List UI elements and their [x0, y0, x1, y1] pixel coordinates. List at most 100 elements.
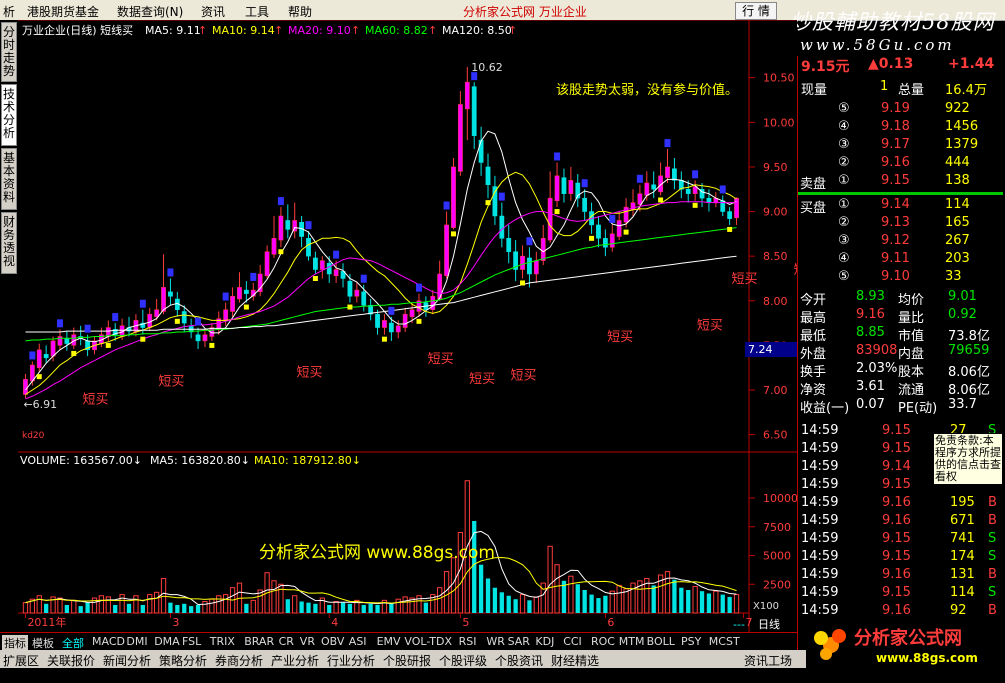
stat-row: 净资 3.61 流通 8.06亿	[798, 378, 1003, 398]
buy-signal-label: 短买	[469, 372, 495, 387]
indicator-tab[interactable]: TRIX	[210, 635, 235, 648]
signal-marker-yellow	[727, 226, 733, 232]
indicator-tab[interactable]: EMV	[377, 635, 401, 648]
tick-row: 14:59 9.16 195 B	[798, 494, 1003, 512]
bid-row: ④ 9.11 203	[798, 250, 1003, 268]
indicator-tab[interactable]: DMI	[126, 635, 147, 648]
extension-tab[interactable]: 个股评级	[439, 652, 487, 669]
indicator-tab[interactable]: MTM	[619, 635, 645, 648]
period-label[interactable]: 日线	[758, 617, 780, 631]
extension-tab[interactable]: 新闻分析	[103, 652, 151, 669]
disclaimer-tooltip[interactable]: 免责条款:本程序方求所提供的信点击查看权	[933, 433, 1003, 485]
tick-time: 14:59	[801, 567, 839, 582]
candle-body	[734, 197, 739, 219]
candle-body	[492, 186, 498, 217]
signal-marker-yellow	[105, 342, 111, 348]
signal-marker-blue	[277, 197, 284, 206]
indicator-tab[interactable]: MCST	[709, 635, 740, 648]
extension-tab[interactable]: 扩展区	[3, 652, 39, 669]
extension-tab[interactable]: 行业分析	[327, 652, 375, 669]
date-tick-label: 3	[172, 616, 179, 629]
ask-volume: 1456	[945, 119, 979, 134]
kline-chart[interactable]: 10.5010.009.509.008.508.007.507.006.50 短…	[18, 20, 797, 632]
extension-tab[interactable]: 个股资讯	[495, 652, 543, 669]
tab-technical[interactable]: 技术分析	[1, 84, 17, 146]
extension-tab[interactable]: 策略分析	[159, 652, 207, 669]
bid-price: 9.11	[881, 251, 910, 266]
menu-item-analysis[interactable]: 析	[3, 3, 15, 20]
indicator-tab[interactable]: DMA	[154, 635, 180, 648]
tab-profile[interactable]: 基本资料	[1, 148, 17, 210]
candle-body	[195, 334, 201, 342]
sell-label: 卖盘	[800, 177, 827, 192]
quote-button[interactable]: 行 情	[735, 2, 777, 20]
stat-key: 收益(一)	[800, 401, 850, 416]
tab-intraday[interactable]: 分时走势	[1, 22, 17, 82]
stat-value: 79659	[948, 343, 990, 358]
candle-body	[319, 260, 325, 270]
candle-body	[527, 257, 532, 275]
logo-petal	[820, 648, 832, 660]
indicator-tab[interactable]: FSL	[182, 635, 201, 648]
indicator-tab[interactable]: ASI	[349, 635, 367, 648]
indicator-tab[interactable]: PSY	[681, 635, 701, 648]
quote-panel: 9.15元 ▲0.13 +1.44 现量 1 总量 16.4万 ⑤ 9.19 922…	[797, 56, 1005, 652]
volume-bar	[582, 590, 587, 613]
signal-marker-blue	[195, 317, 202, 326]
candle-body	[499, 215, 505, 239]
menu-item-tools[interactable]: 工具	[245, 3, 269, 20]
tick-row: 14:59 9.15 114 S	[798, 584, 1003, 602]
stat-value: 3.61	[856, 379, 885, 394]
indicator-tab[interactable]: KDJ	[535, 635, 554, 648]
menu-item-data-query[interactable]: 数据查询(N)	[117, 3, 183, 20]
period-extra: ---	[733, 618, 745, 631]
volume-tick-label: 7500	[763, 521, 791, 534]
tab-finance[interactable]: 财务透视	[1, 212, 17, 274]
ma5-up-arrow: ↑	[198, 24, 207, 37]
indicator-tab[interactable]: OBV	[321, 635, 344, 648]
signal-marker-yellow	[485, 200, 491, 206]
watermark-title: 炒股輔助教材58股网	[790, 10, 995, 34]
indicator-tab[interactable]: WR	[486, 635, 505, 648]
candle-body	[154, 309, 160, 318]
bid-row: ⑤ 9.10 33	[798, 268, 1003, 286]
indicator-tab[interactable]: 全部	[62, 635, 84, 651]
stat-value: 2.03%	[856, 361, 898, 376]
indicator-tab[interactable]: MACD	[92, 635, 125, 648]
indicator-tab[interactable]: BRAR	[244, 635, 274, 648]
volume-tick-label: 5000	[763, 550, 791, 563]
indicator-tab[interactable]: BOLL	[647, 635, 675, 648]
info-workshop-button[interactable]: 资讯工场	[744, 652, 792, 669]
tick-time: 14:59	[801, 459, 839, 474]
indicator-tab[interactable]: RSI	[459, 635, 477, 648]
extension-tab[interactable]: 财经精选	[551, 652, 599, 669]
volume-bar	[478, 564, 484, 613]
signal-marker-blue	[56, 319, 63, 328]
indicator-tab[interactable]: CR	[279, 635, 294, 648]
bid-volume: 267	[945, 233, 970, 248]
indicator-tab[interactable]: 模板	[32, 635, 54, 651]
extension-tab[interactable]: 关联报价	[47, 652, 95, 669]
indicator-tab[interactable]: ROC	[591, 635, 615, 648]
signal-marker-yellow	[520, 280, 526, 286]
bid-row: 买盘 ① 9.14 114	[798, 196, 1003, 216]
menu-item-news[interactable]: 资讯	[201, 3, 225, 20]
ask-price: 9.17	[881, 137, 910, 152]
signal-marker-yellow	[692, 202, 698, 208]
bid-volume: 33	[945, 269, 962, 284]
menu-item-hk-futures[interactable]: 港股期货基金	[27, 3, 99, 20]
volume-bar	[189, 606, 194, 613]
indicator-tab[interactable]: VR	[300, 635, 315, 648]
menu-item-help[interactable]: 帮助	[288, 3, 312, 20]
indicator-tab[interactable]: VOL-TDX	[404, 635, 452, 648]
volume-bar	[113, 604, 118, 613]
volume-bar	[603, 595, 608, 613]
extension-tab[interactable]: 产业分析	[271, 652, 319, 669]
signal-marker-blue	[636, 174, 643, 183]
indicator-tab[interactable]: CCI	[563, 635, 582, 648]
extension-tab[interactable]: 券商分析	[215, 652, 263, 669]
extension-tab[interactable]: 个股研报	[383, 652, 431, 669]
indicator-tab[interactable]: 指标	[2, 635, 28, 651]
signal-marker-blue	[139, 299, 146, 308]
indicator-tab[interactable]: SAR	[508, 635, 530, 648]
